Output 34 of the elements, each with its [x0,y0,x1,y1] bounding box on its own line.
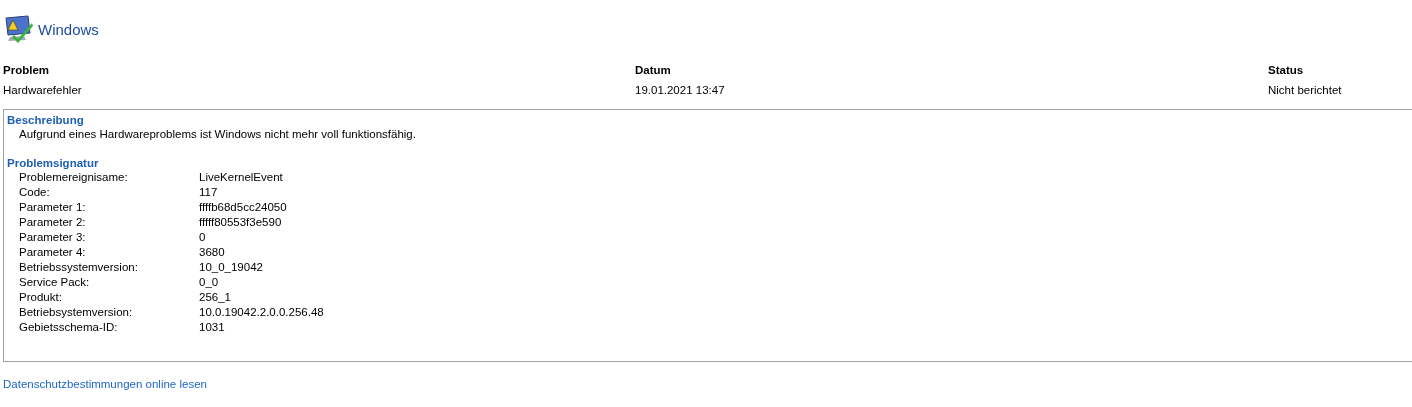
field-value: LiveKernelEvent [199,170,283,185]
field-value: 0_0 [199,275,219,290]
field-value: 256_1 [199,290,231,305]
field-label: Parameter 1: [19,200,87,215]
section-heading: Problemsignatur [7,156,100,170]
field-label: Parameter 2: [19,215,87,230]
section-heading: Beschreibung [7,113,85,127]
field-value: 10.0.19042.2.0.0.256.48 [199,305,324,320]
field-value: 1031 [199,320,225,335]
monitor-warning-check-icon [4,15,34,43]
field-label: Parameter 4: [19,245,87,260]
field-value: 0 [199,230,206,245]
field-value: 3680 [199,245,225,260]
column-header: Problem [3,64,50,76]
table-cell-text: Nicht berichtet [1268,84,1343,96]
field-label: Produkt: [19,290,63,305]
field-label: Betriebsystemversion: [19,305,134,320]
field-value: ffffb68d5cc24050 [199,200,287,215]
field-value: 10_0_19042 [199,260,263,275]
column-header: Datum [635,64,672,76]
field-label: Service Pack: [19,275,91,290]
field-label: Parameter 3: [19,230,87,245]
window-title: Windows [38,20,99,38]
field-label: Problemereignisame: [19,170,129,185]
field-value: 117 [199,185,218,200]
table-cell-text: 19.01.2021 13:47 [635,84,726,96]
field-value: fffff80553f3e590 [199,215,282,230]
field-label: Code: [19,185,51,200]
field-label: Betriebssystemversion: [19,260,139,275]
table-cell-text: Hardwarefehler [3,84,83,96]
privacy-link[interactable]: Datenschutzbestimmungen online lesen [3,378,207,390]
description-text: Aufgrund eines Hardwareproblems ist Windows nicht mehr voll funktionsfähig. [18,127,417,141]
column-header: Status [1268,64,1305,76]
field-label: Gebietsschema-ID: [19,320,119,335]
